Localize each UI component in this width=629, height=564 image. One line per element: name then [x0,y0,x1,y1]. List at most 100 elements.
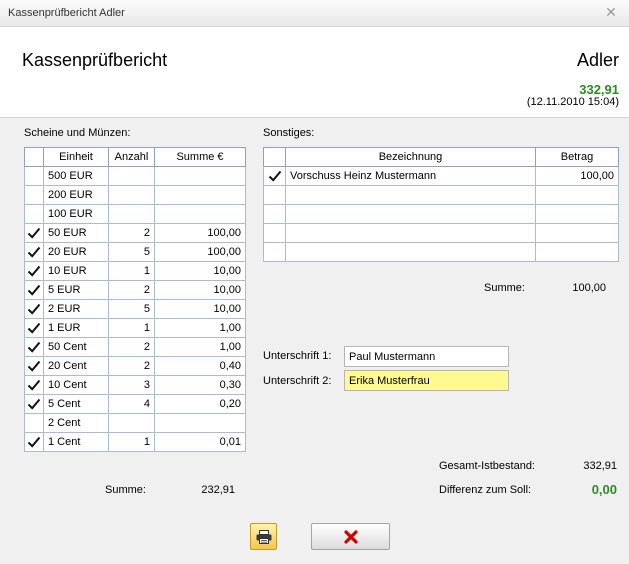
count-cell[interactable]: 5 [108,242,155,262]
count-cell[interactable] [108,204,155,224]
close-icon[interactable]: ✕ [603,4,619,20]
checkmark-icon [27,246,41,258]
row-checkbox[interactable] [263,223,286,243]
row-checkbox[interactable] [24,432,44,452]
count-cell[interactable] [108,413,155,433]
signature-1-field[interactable] [344,346,509,367]
sum-cell [154,204,246,224]
table-row[interactable] [263,185,619,205]
table-row[interactable]: 5 EUR 2 10,00 [24,280,246,300]
table-row[interactable]: 10 EUR 1 10,00 [24,261,246,281]
unit-cell[interactable]: 1 Cent [43,432,109,452]
checkmark-icon [27,436,41,448]
amount-cell[interactable]: 100,00 [535,166,619,186]
table-row[interactable]: 20 Cent 2 0,40 [24,356,246,376]
row-checkbox[interactable] [24,280,44,300]
table-row[interactable]: 500 EUR [24,166,246,186]
unit-cell[interactable]: 2 EUR [43,299,109,319]
count-cell[interactable]: 2 [108,223,155,243]
table-row[interactable]: 1 Cent 1 0,01 [24,432,246,452]
row-checkbox[interactable] [24,204,44,224]
row-checkbox[interactable] [24,166,44,186]
row-checkbox[interactable] [24,356,44,376]
cash-header-unit[interactable]: Einheit [43,147,109,167]
other-table[interactable]: Bezeichnung Betrag Vorschuss Heinz Muste… [263,147,619,262]
cancel-button[interactable] [311,523,390,550]
row-checkbox[interactable] [263,204,286,224]
signature-2-field[interactable] [344,370,509,391]
row-checkbox[interactable] [263,166,286,186]
row-checkbox[interactable] [24,299,44,319]
unit-cell[interactable]: 20 Cent [43,356,109,376]
row-checkbox[interactable] [24,318,44,338]
unit-cell[interactable]: 2 Cent [43,413,109,433]
count-cell[interactable]: 1 [108,318,155,338]
table-row[interactable]: 2 EUR 5 10,00 [24,299,246,319]
unit-cell[interactable]: 50 EUR [43,223,109,243]
unit-cell[interactable]: 5 EUR [43,280,109,300]
table-row[interactable]: 50 Cent 2 1,00 [24,337,246,357]
table-row[interactable]: 100 EUR [24,204,246,224]
cash-header-count[interactable]: Anzahl [108,147,155,167]
table-row[interactable]: 200 EUR [24,185,246,205]
print-button[interactable] [250,523,277,550]
unit-cell[interactable]: 10 Cent [43,375,109,395]
count-cell[interactable]: 2 [108,280,155,300]
count-cell[interactable]: 2 [108,356,155,376]
row-checkbox[interactable] [24,413,44,433]
table-row[interactable] [263,242,619,262]
name-cell[interactable] [285,242,536,262]
count-cell[interactable]: 5 [108,299,155,319]
row-checkbox[interactable] [24,337,44,357]
amount-cell[interactable] [535,242,619,262]
unit-cell[interactable]: 5 Cent [43,394,109,414]
unit-cell[interactable]: 50 Cent [43,337,109,357]
count-cell[interactable] [108,185,155,205]
cash-table[interactable]: Einheit Anzahl Summe € 500 EUR 200 EUR 100… [24,147,246,452]
count-cell[interactable]: 1 [108,261,155,281]
checkmark-icon [27,322,41,334]
row-checkbox[interactable] [24,261,44,281]
name-cell[interactable] [285,204,536,224]
table-row[interactable]: 10 Cent 3 0,30 [24,375,246,395]
table-row[interactable]: Vorschuss Heinz Mustermann 100,00 [263,166,619,186]
unit-cell[interactable]: 10 EUR [43,261,109,281]
count-cell[interactable]: 2 [108,337,155,357]
name-cell[interactable]: Vorschuss Heinz Mustermann [285,166,536,186]
row-checkbox[interactable] [24,185,44,205]
amount-cell[interactable] [535,223,619,243]
table-row[interactable] [263,204,619,224]
table-row[interactable]: 20 EUR 5 100,00 [24,242,246,262]
amount-cell[interactable] [535,204,619,224]
unit-cell[interactable]: 500 EUR [43,166,109,186]
row-checkbox[interactable] [24,394,44,414]
count-cell[interactable] [108,166,155,186]
sum-cell [154,166,246,186]
row-checkbox[interactable] [24,375,44,395]
count-cell[interactable]: 3 [108,375,155,395]
other-header-name[interactable]: Bezeichnung [285,147,536,167]
unit-cell[interactable]: 200 EUR [43,185,109,205]
sum-cell: 100,00 [154,223,246,243]
table-row[interactable]: 5 Cent 4 0,20 [24,394,246,414]
row-checkbox[interactable] [263,242,286,262]
name-cell[interactable] [285,185,536,205]
row-checkbox[interactable] [24,242,44,262]
row-checkbox[interactable] [24,223,44,243]
table-row[interactable]: 2 Cent [24,413,246,433]
cash-header-sum[interactable]: Summe € [154,147,246,167]
sum-cell: 10,00 [154,299,246,319]
table-row[interactable] [263,223,619,243]
table-row[interactable]: 1 EUR 1 1,00 [24,318,246,338]
row-checkbox[interactable] [263,185,286,205]
table-row[interactable]: 50 EUR 2 100,00 [24,223,246,243]
unit-cell[interactable]: 1 EUR [43,318,109,338]
name-cell[interactable] [285,223,536,243]
unit-cell[interactable]: 20 EUR [43,242,109,262]
count-cell[interactable]: 4 [108,394,155,414]
other-header-amount[interactable]: Betrag [535,147,619,167]
amount-cell[interactable] [535,185,619,205]
unit-cell[interactable]: 100 EUR [43,204,109,224]
signature-2-label: Unterschrift 2: [263,375,332,387]
count-cell[interactable]: 1 [108,432,155,452]
